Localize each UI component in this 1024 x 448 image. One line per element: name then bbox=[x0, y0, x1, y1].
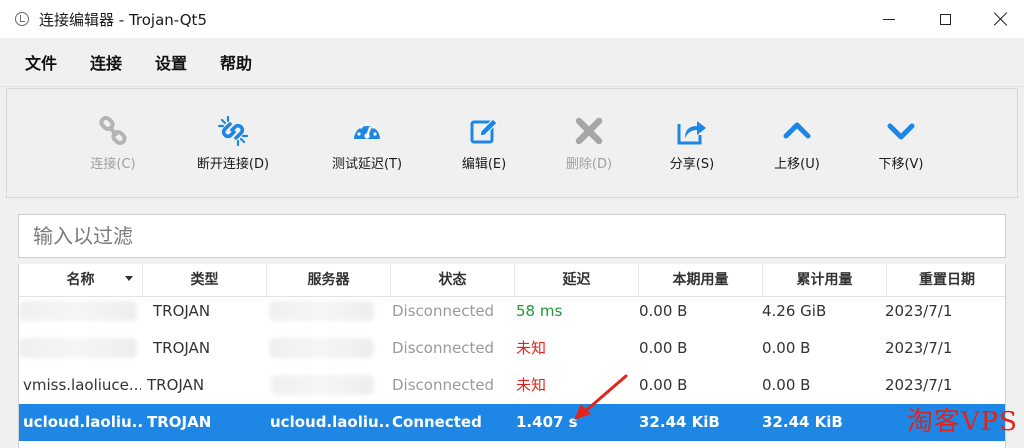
cell-reset-date: 2023/7/1 bbox=[885, 339, 953, 357]
cell-total-usage: 0.00 B bbox=[762, 339, 811, 357]
minimize-button[interactable] bbox=[866, 0, 912, 38]
toolbar: 连接(C) 断开连接(D) 测试延迟(T) 编辑(E) 删除(D) 分享(S) … bbox=[6, 88, 1018, 198]
menu-connection[interactable]: 连接 bbox=[90, 50, 122, 74]
maximize-button[interactable] bbox=[922, 0, 968, 38]
menu-file[interactable]: 文件 bbox=[25, 50, 57, 74]
edit-icon bbox=[470, 118, 498, 144]
cell-total-usage: 4.26 GiB bbox=[762, 302, 827, 320]
column-header-latency[interactable]: 延迟 bbox=[515, 264, 639, 296]
speedometer-icon bbox=[354, 122, 380, 139]
cell-latency: 58 ms bbox=[516, 302, 563, 320]
table-row-selected[interactable]: ucloud.laoliu... TROJAN ucloud.laoliu...… bbox=[19, 404, 1005, 441]
delete-button[interactable]: 删除(D) bbox=[534, 115, 644, 175]
move-down-label: 下移(V) bbox=[878, 157, 924, 172]
redacted-name bbox=[19, 301, 137, 321]
annotation-arrow-icon bbox=[574, 374, 628, 420]
chevron-up-icon bbox=[783, 122, 811, 139]
connect-label: 连接(C) bbox=[90, 157, 136, 172]
column-header-period-usage[interactable]: 本期用量 bbox=[639, 264, 763, 296]
connections-table: 名称 类型 服务器 状态 延迟 本期用量 累计用量 重置日期 TROJAN Di… bbox=[18, 264, 1006, 448]
cell-type: TROJAN bbox=[147, 413, 212, 431]
cell-server: ucloud.laoliu... bbox=[270, 413, 390, 431]
cell-latency: 1.407 s bbox=[516, 413, 578, 431]
edit-label: 编辑(E) bbox=[461, 157, 507, 172]
cell-total-usage: 0.00 B bbox=[762, 376, 811, 394]
share-icon bbox=[677, 121, 706, 145]
maximize-icon bbox=[939, 13, 951, 25]
cell-status: Disconnected bbox=[392, 302, 495, 320]
move-up-label: 上移(U) bbox=[774, 157, 820, 172]
redacted-name bbox=[19, 338, 137, 358]
move-down-button[interactable]: 下移(V) bbox=[846, 115, 956, 175]
cell-status: Connected bbox=[392, 413, 482, 431]
redacted-server bbox=[269, 338, 374, 358]
test-latency-button[interactable]: 测试延迟(T) bbox=[312, 115, 422, 175]
column-header-name-label: 名称 bbox=[66, 272, 95, 288]
edit-button[interactable]: 编辑(E) bbox=[429, 115, 539, 175]
table-row[interactable]: TROJAN Disconnected 58 ms 0.00 B 4.26 Gi… bbox=[19, 293, 1005, 330]
link-icon bbox=[99, 115, 127, 146]
chevron-down-icon bbox=[887, 123, 915, 140]
app-icon bbox=[15, 12, 29, 26]
cell-status: Disconnected bbox=[392, 376, 495, 394]
cell-status: Disconnected bbox=[392, 339, 495, 357]
disconnect-label: 断开连接(D) bbox=[196, 157, 270, 172]
disconnect-button[interactable]: 断开连接(D) bbox=[178, 115, 288, 175]
table-row[interactable]: TROJAN Disconnected 未知 0.00 B 0.00 B 202… bbox=[19, 330, 1005, 367]
cell-reset-date: 2023/7/1 bbox=[885, 302, 953, 320]
cell-type: TROJAN bbox=[153, 302, 211, 320]
column-header-total-usage[interactable]: 累计用量 bbox=[763, 264, 887, 296]
cell-period-usage: 0.00 B bbox=[639, 339, 688, 357]
window-controls bbox=[856, 0, 1024, 38]
redacted-server bbox=[271, 375, 374, 395]
cell-latency: 未知 bbox=[516, 376, 547, 394]
title-bar: 连接编辑器 - Trojan-Qt5 bbox=[0, 0, 1024, 38]
connect-button[interactable]: 连接(C) bbox=[58, 115, 168, 175]
test-latency-label: 测试延迟(T) bbox=[331, 157, 403, 172]
cell-type: TROJAN bbox=[147, 376, 205, 394]
cell-reset-date: 2023/7/1 bbox=[885, 376, 953, 394]
column-header-server[interactable]: 服务器 bbox=[267, 264, 391, 296]
cell-latency: 未知 bbox=[516, 339, 547, 357]
watermark: 淘客VPS bbox=[907, 401, 1018, 438]
window-title: 连接编辑器 - Trojan-Qt5 bbox=[39, 10, 207, 29]
cell-name: vmiss.laoliuce... bbox=[23, 376, 141, 394]
move-up-button[interactable]: 上移(U) bbox=[742, 115, 852, 175]
menu-bar: 文件 连接 设置 帮助 bbox=[0, 38, 1024, 87]
filter-input[interactable] bbox=[18, 214, 1006, 258]
share-button[interactable]: 分享(S) bbox=[637, 115, 747, 175]
cell-period-usage: 0.00 B bbox=[639, 302, 688, 320]
column-header-type[interactable]: 类型 bbox=[143, 264, 267, 296]
table-row[interactable]: vmiss.laoliuce... TROJAN Disconnected 未知… bbox=[19, 367, 1005, 404]
column-header-reset-date[interactable]: 重置日期 bbox=[887, 264, 1005, 296]
minimize-icon bbox=[883, 18, 895, 20]
cell-period-usage: 32.44 KiB bbox=[639, 413, 720, 431]
redacted-server bbox=[269, 301, 374, 321]
column-header-name[interactable]: 名称 bbox=[19, 264, 143, 296]
close-icon bbox=[994, 12, 1008, 26]
cell-type: TROJAN bbox=[153, 339, 211, 357]
delete-x-icon bbox=[575, 117, 603, 145]
delete-label: 删除(D) bbox=[565, 157, 613, 172]
broken-link-icon bbox=[217, 115, 249, 147]
cell-total-usage: 32.44 KiB bbox=[762, 413, 843, 431]
column-header-status[interactable]: 状态 bbox=[391, 264, 515, 296]
menu-settings[interactable]: 设置 bbox=[155, 50, 187, 74]
sort-descending-icon bbox=[125, 276, 133, 281]
connection-editor-window: 连接编辑器 - Trojan-Qt5 文件 连接 设置 帮助 连接(C) 断开连… bbox=[0, 0, 1024, 448]
cell-name: ucloud.laoliu... bbox=[23, 413, 143, 431]
share-label: 分享(S) bbox=[669, 157, 715, 172]
cell-period-usage: 0.00 B bbox=[639, 376, 688, 394]
close-button[interactable] bbox=[978, 0, 1024, 38]
menu-help[interactable]: 帮助 bbox=[220, 50, 252, 74]
watermark-text: 淘客VPS bbox=[906, 407, 1018, 437]
